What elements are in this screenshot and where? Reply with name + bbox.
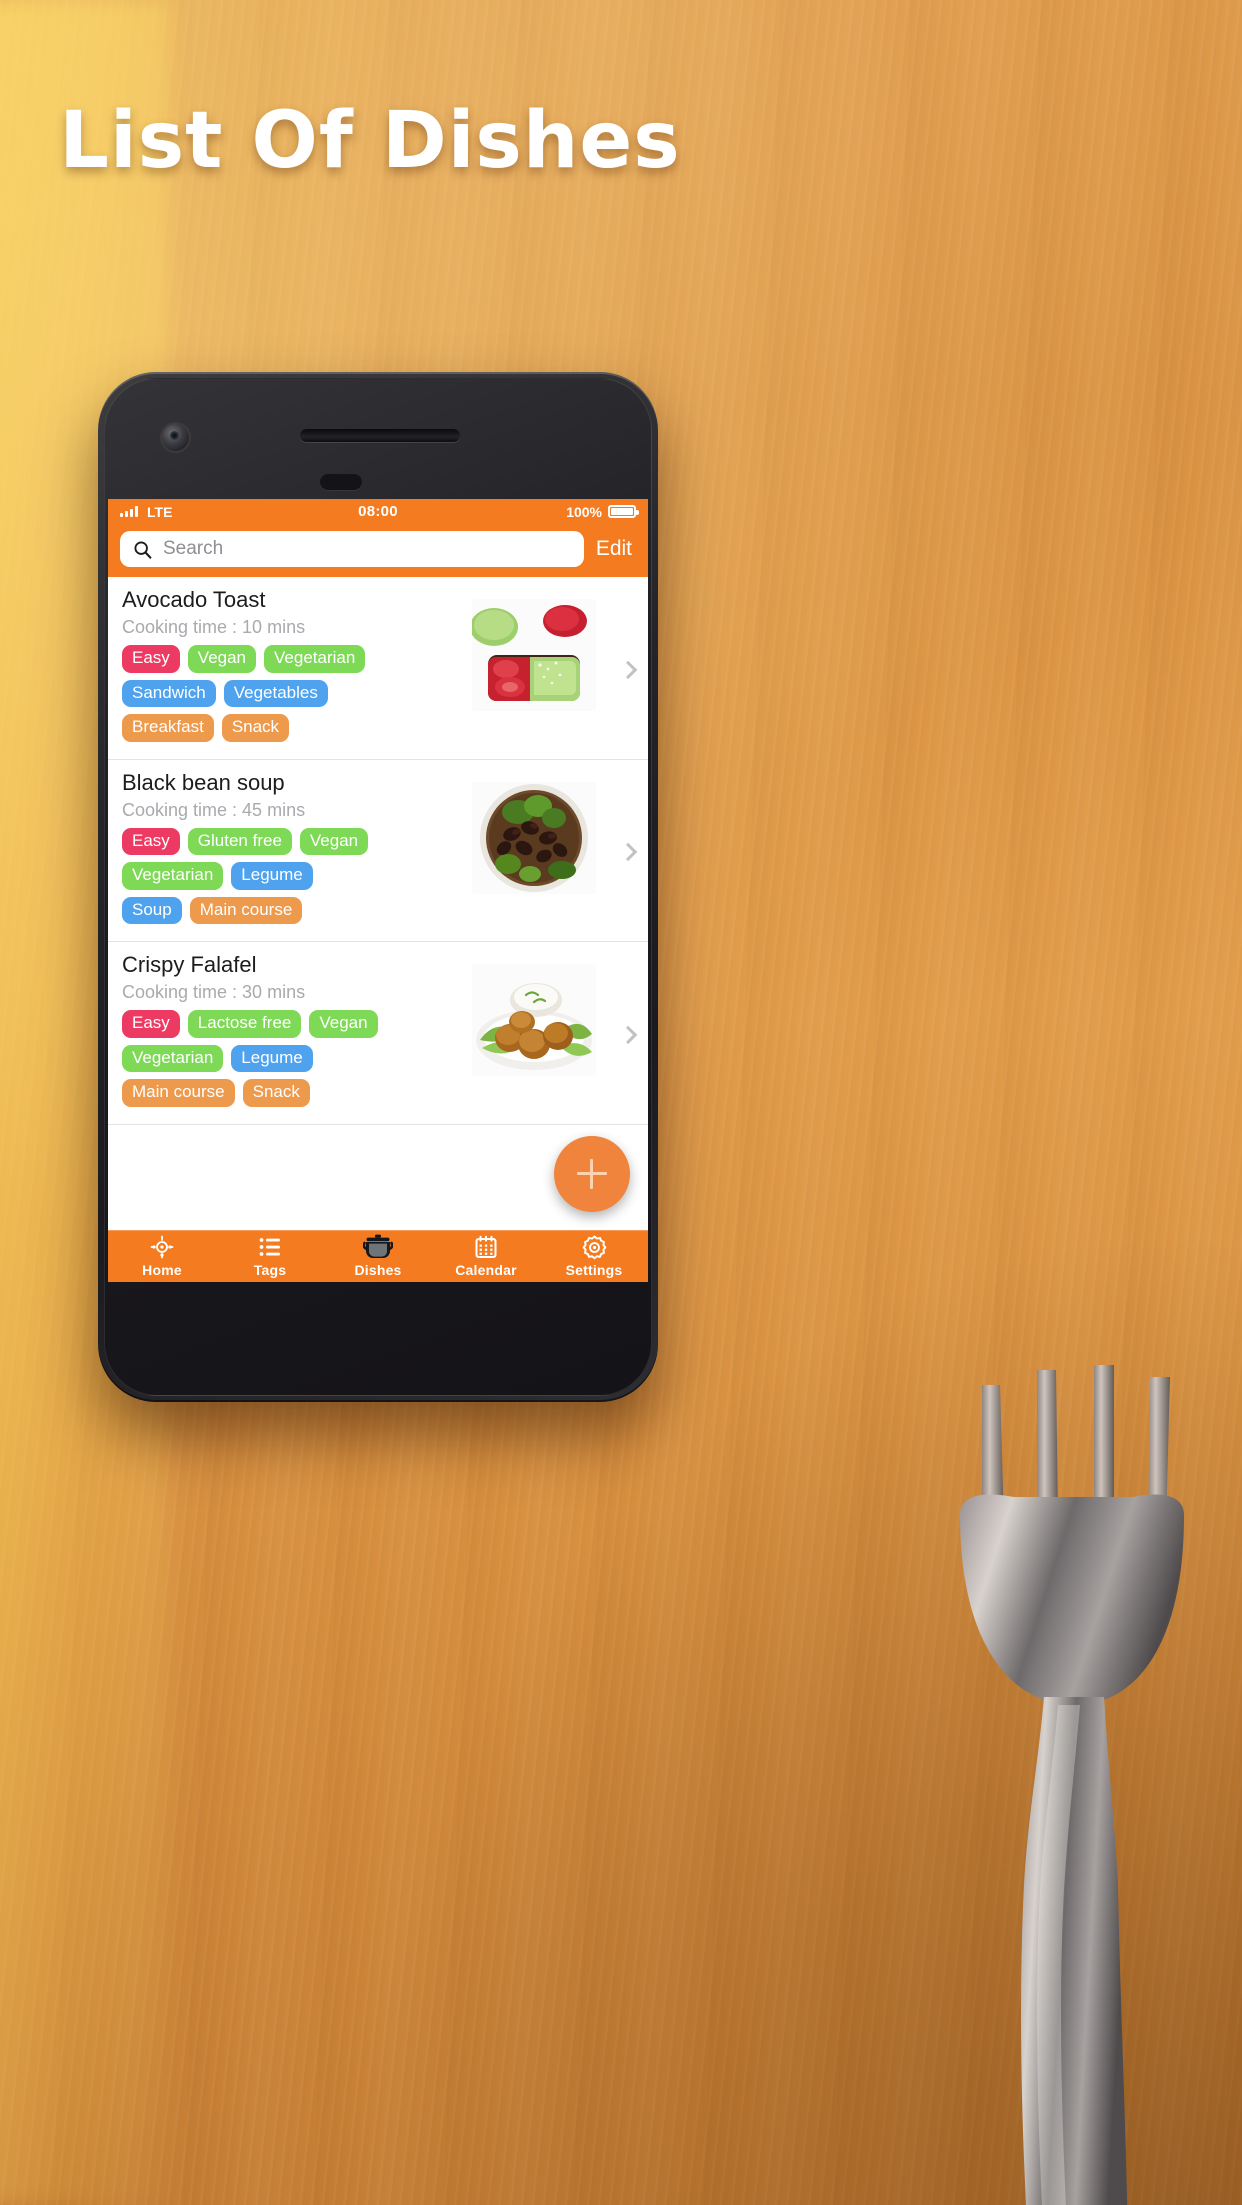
- dish-tag[interactable]: Legume: [231, 1044, 313, 1073]
- tag-row: Vegetarian Legume: [122, 1044, 437, 1073]
- dish-list[interactable]: Avocado Toast Cooking time : 10 mins Eas…: [108, 577, 648, 1230]
- tab-label: Home: [142, 1262, 182, 1278]
- dish-tag[interactable]: Vegetables: [223, 679, 328, 708]
- bottom-tab-bar: Home Tags Dishes Calendar Settings: [108, 1230, 648, 1282]
- tab-dishes[interactable]: Dishes: [324, 1231, 432, 1282]
- tag-row: Main course Snack: [122, 1079, 437, 1107]
- dish-list-item[interactable]: Crispy Falafel Cooking time : 30 mins Ea…: [108, 942, 648, 1125]
- dish-tag[interactable]: Snack: [221, 714, 290, 742]
- dish-tag[interactable]: Vegetarian: [122, 862, 224, 890]
- fork-photo: [960, 1365, 1184, 2205]
- earpiece-speaker: [300, 429, 460, 442]
- dish-tag[interactable]: Soup: [122, 896, 182, 925]
- chevron-right-icon: [618, 1025, 638, 1045]
- dish-tag[interactable]: Vegan: [299, 827, 369, 856]
- dish-tag[interactable]: Main course: [189, 896, 303, 925]
- edit-button[interactable]: Edit: [596, 537, 638, 561]
- tab-label: Calendar: [455, 1262, 517, 1278]
- cooking-pot-icon: [363, 1234, 393, 1259]
- dish-tag[interactable]: Gluten free: [187, 827, 292, 856]
- add-dish-button[interactable]: [554, 1136, 630, 1212]
- battery-full-icon: [608, 505, 639, 518]
- front-camera-icon: [162, 424, 189, 451]
- plus-icon: [577, 1159, 607, 1189]
- dish-tag[interactable]: Easy: [122, 645, 180, 673]
- dish-tags: Easy Vegan Vegetarian Sandwich Vegetable…: [122, 645, 437, 742]
- calendar-icon: [474, 1235, 498, 1259]
- phone-screen: LTE 08:00 100% Search Edit Avocado Toast…: [108, 499, 648, 1282]
- dish-tag[interactable]: Easy: [122, 1010, 180, 1038]
- tag-row: Easy Lactose free Vegan: [122, 1010, 437, 1038]
- home-sun-icon: [150, 1235, 174, 1259]
- search-bar: Search Edit: [108, 524, 648, 577]
- dish-thumbnail: [472, 599, 596, 711]
- dish-tags: Easy Lactose free Vegan Vegetarian Legum…: [122, 1010, 437, 1107]
- tag-row: Easy Gluten free Vegan: [122, 827, 437, 856]
- tab-label: Dishes: [354, 1262, 402, 1278]
- tag-row: Vegetarian Legume: [122, 862, 437, 890]
- tab-tags[interactable]: Tags: [216, 1231, 324, 1282]
- tag-row: Easy Vegan Vegetarian: [122, 645, 437, 673]
- battery-percent-label: 100%: [566, 503, 602, 520]
- page-title: List Of Dishes: [59, 96, 681, 186]
- dish-tag[interactable]: Breakfast: [122, 714, 214, 742]
- dish-list-item[interactable]: Black bean soup Cooking time : 45 mins E…: [108, 760, 648, 943]
- dish-thumbnail: [472, 964, 596, 1077]
- gear-icon: [582, 1235, 607, 1259]
- phone-bottom-bezel: [98, 1287, 658, 1402]
- dish-tag[interactable]: Main course: [122, 1079, 235, 1107]
- dish-tags: Easy Gluten free Vegan Vegetarian Legume…: [122, 827, 437, 925]
- status-bar: LTE 08:00 100%: [108, 499, 648, 524]
- search-input[interactable]: Search: [120, 531, 584, 567]
- chevron-right-icon: [618, 660, 638, 679]
- dish-tag[interactable]: Vegetarian: [122, 1044, 224, 1073]
- dish-tag[interactable]: Legume: [231, 862, 313, 890]
- tab-calendar[interactable]: Calendar: [432, 1231, 540, 1282]
- tab-home[interactable]: Home: [108, 1231, 216, 1282]
- search-placeholder: Search: [163, 538, 224, 559]
- tab-label: Tags: [253, 1262, 287, 1278]
- proximity-sensor: [320, 474, 362, 490]
- dish-tag[interactable]: Easy: [122, 827, 180, 856]
- dish-tag[interactable]: Snack: [242, 1079, 310, 1107]
- tab-label: Settings: [565, 1262, 623, 1278]
- phone-mockup: LTE 08:00 100% Search Edit Avocado Toast…: [98, 372, 658, 1402]
- tag-row: Soup Main course: [122, 896, 437, 925]
- chevron-right-icon: [618, 843, 638, 862]
- dish-tag[interactable]: Lactose free: [187, 1010, 302, 1038]
- list-bullets-icon: [258, 1235, 282, 1259]
- search-icon: [134, 540, 152, 559]
- tag-row: Sandwich Vegetables: [122, 679, 437, 708]
- tag-row: Breakfast Snack: [122, 714, 437, 742]
- dish-tag[interactable]: Vegetarian: [264, 645, 366, 673]
- dish-tag[interactable]: Sandwich: [122, 679, 216, 708]
- dish-tag[interactable]: Vegan: [187, 645, 257, 673]
- dish-tag[interactable]: Vegan: [309, 1010, 378, 1038]
- dish-list-item[interactable]: Avocado Toast Cooking time : 10 mins Eas…: [108, 577, 648, 760]
- dish-thumbnail: [472, 781, 596, 894]
- tab-settings[interactable]: Settings: [540, 1231, 648, 1282]
